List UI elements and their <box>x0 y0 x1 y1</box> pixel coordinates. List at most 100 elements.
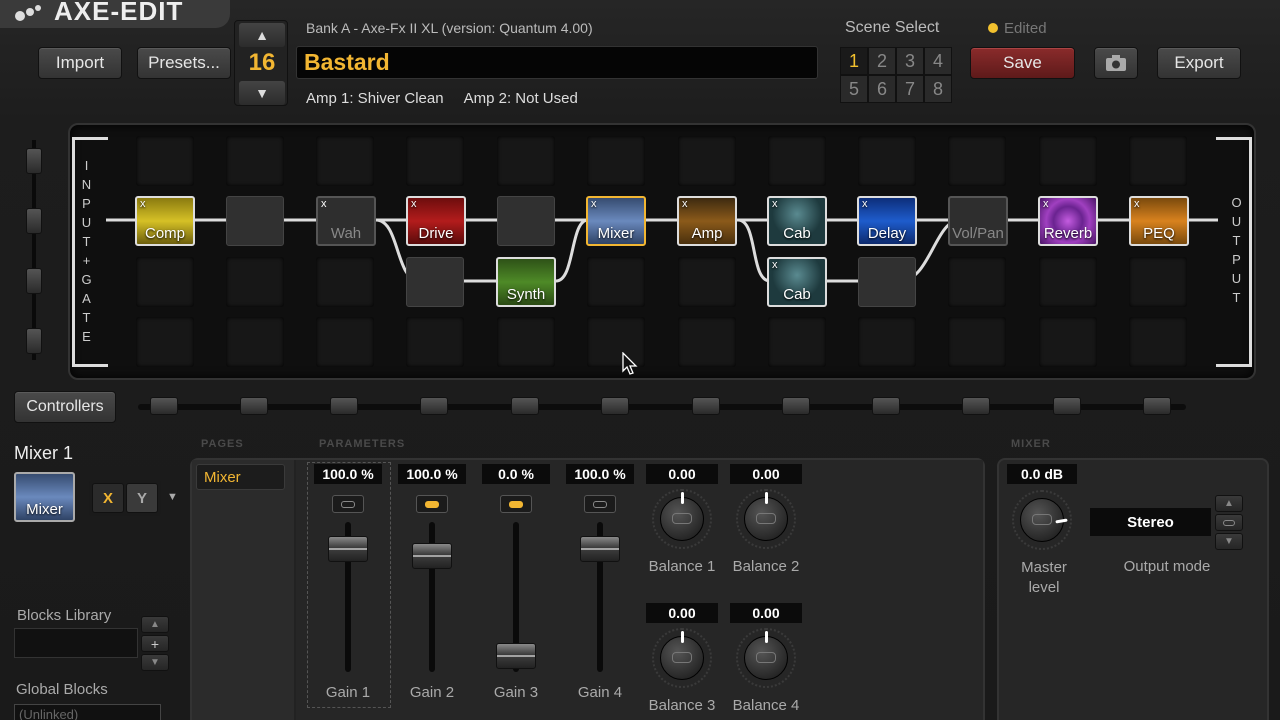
master-level-knob[interactable] <box>1012 490 1072 550</box>
controller-handle-7[interactable] <box>692 397 720 415</box>
block-drive[interactable]: x Drive <box>406 196 466 246</box>
y-state-button[interactable]: Y <box>126 483 158 513</box>
block-label: Synth <box>506 286 546 303</box>
gain-2-fader-handle[interactable] <box>412 542 452 569</box>
gain-4-label: Gain 4 <box>577 684 623 701</box>
library-add-icon[interactable]: + <box>141 635 169 652</box>
block-reverb[interactable]: x Reverb <box>1038 196 1098 246</box>
block-wah[interactable]: x Wah <box>316 196 376 246</box>
block-close-icon[interactable]: x <box>772 198 778 210</box>
block-close-icon[interactable]: x <box>411 198 417 210</box>
controller-handle-6[interactable] <box>601 397 629 415</box>
block-label: Mixer <box>597 225 635 242</box>
controller-track <box>138 397 1186 415</box>
controller-handle-9[interactable] <box>872 397 900 415</box>
output-mode-link-icon[interactable] <box>1215 514 1243 531</box>
pages-header: PAGES <box>201 438 244 450</box>
parameters-area <box>296 460 983 720</box>
gain-1-value[interactable]: 100.0 % <box>314 464 382 484</box>
gain-2-label: Gain 2 <box>409 684 455 701</box>
block-label: Comp <box>144 225 185 242</box>
gain-3-link-icon[interactable] <box>500 495 532 513</box>
balance-3-value[interactable]: 0.00 <box>646 603 718 623</box>
output-mode-down-icon[interactable]: ▼ <box>1215 533 1243 550</box>
global-blocks-field[interactable]: (Unlinked) <box>14 704 161 720</box>
balance-1-knob[interactable] <box>652 489 712 549</box>
gain-2-link-icon[interactable] <box>416 495 448 513</box>
controller-handle-11[interactable] <box>1053 397 1081 415</box>
balance-2-knob[interactable] <box>736 489 796 549</box>
blocks-library-label: Blocks Library <box>17 607 112 624</box>
block-close-icon[interactable]: x <box>321 198 327 210</box>
page-tab-mixer[interactable]: Mixer <box>196 464 285 490</box>
knob-cap <box>756 652 776 663</box>
balance-2-value[interactable]: 0.00 <box>730 464 802 484</box>
gain-1-label: Gain 1 <box>325 684 371 701</box>
blocks-library-field[interactable] <box>14 628 138 658</box>
xy-switch: X Y <box>89 480 161 516</box>
controller-handle-3[interactable] <box>330 397 358 415</box>
xy-menu-chevron-icon[interactable]: ▼ <box>167 491 178 503</box>
block-comp[interactable]: x Comp <box>135 196 195 246</box>
x-state-button[interactable]: X <box>92 483 124 513</box>
controller-handle-12[interactable] <box>1143 397 1171 415</box>
controller-handle-4[interactable] <box>420 397 448 415</box>
knob-cap <box>672 652 692 663</box>
grid-shunt[interactable] <box>858 257 916 307</box>
gain-1-link-icon[interactable] <box>332 495 364 513</box>
block-amp[interactable]: x Amp <box>677 196 737 246</box>
block-label: Cab <box>783 225 811 242</box>
pages-column <box>192 460 294 720</box>
gain-4-value[interactable]: 100.0 % <box>566 464 634 484</box>
balance-2-label: Balance 2 <box>732 558 800 575</box>
output-mode-select[interactable]: Stereo <box>1090 508 1211 536</box>
library-up-icon[interactable]: ▲ <box>141 616 169 633</box>
block-close-icon[interactable]: x <box>140 198 146 210</box>
axe-edit-window: AXE-EDIT Import Presets... ▲ 16 ▼ Bank A… <box>0 0 1280 720</box>
balance-1-value[interactable]: 0.00 <box>646 464 718 484</box>
block-synth[interactable]: Synth <box>496 257 556 307</box>
block-label: Cab <box>783 286 811 303</box>
block-label: Vol/Pan <box>952 225 1004 242</box>
block-close-icon[interactable]: x <box>591 198 597 210</box>
grid-shunt[interactable] <box>497 196 555 246</box>
block-cab-1[interactable]: x Cab <box>767 196 827 246</box>
global-blocks-label: Global Blocks <box>16 681 108 698</box>
gain-3-fader-handle[interactable] <box>496 643 536 670</box>
master-level-value[interactable]: 0.0 dB <box>1007 464 1077 484</box>
block-vol-pan[interactable]: Vol/Pan <box>948 196 1008 246</box>
output-mode-up-icon[interactable]: ▲ <box>1215 495 1243 512</box>
controller-handle-10[interactable] <box>962 397 990 415</box>
gain-1-fader-handle[interactable] <box>328 536 368 563</box>
controller-handle-1[interactable] <box>150 397 178 415</box>
block-mixer[interactable]: x Mixer <box>586 196 646 246</box>
block-close-icon[interactable]: x <box>862 198 868 210</box>
knob-cap <box>672 513 692 524</box>
controllers-button[interactable]: Controllers <box>14 391 116 423</box>
gain-2-value[interactable]: 100.0 % <box>398 464 466 484</box>
block-close-icon[interactable]: x <box>772 259 778 271</box>
grid-shunt[interactable] <box>226 196 284 246</box>
block-peq[interactable]: x PEQ <box>1129 196 1189 246</box>
block-label: Reverb <box>1043 225 1093 242</box>
gain-3-value[interactable]: 0.0 % <box>482 464 550 484</box>
block-cab-2[interactable]: x Cab <box>767 257 827 307</box>
block-delay[interactable]: x Delay <box>857 196 917 246</box>
block-close-icon[interactable]: x <box>682 198 688 210</box>
balance-3-knob[interactable] <box>652 628 712 688</box>
gain-4-fader-handle[interactable] <box>580 536 620 563</box>
knob-pointer <box>765 631 768 643</box>
knob-pointer <box>681 492 684 504</box>
library-down-icon[interactable]: ▼ <box>141 654 169 671</box>
block-label: PEQ <box>1143 225 1175 242</box>
knob-cap <box>756 513 776 524</box>
grid-shunt[interactable] <box>406 257 464 307</box>
block-close-icon[interactable]: x <box>1043 198 1049 210</box>
balance-4-knob[interactable] <box>736 628 796 688</box>
gain-4-link-icon[interactable] <box>584 495 616 513</box>
controller-handle-2[interactable] <box>240 397 268 415</box>
controller-handle-5[interactable] <box>511 397 539 415</box>
block-close-icon[interactable]: x <box>1134 198 1140 210</box>
controller-handle-8[interactable] <box>782 397 810 415</box>
balance-4-value[interactable]: 0.00 <box>730 603 802 623</box>
